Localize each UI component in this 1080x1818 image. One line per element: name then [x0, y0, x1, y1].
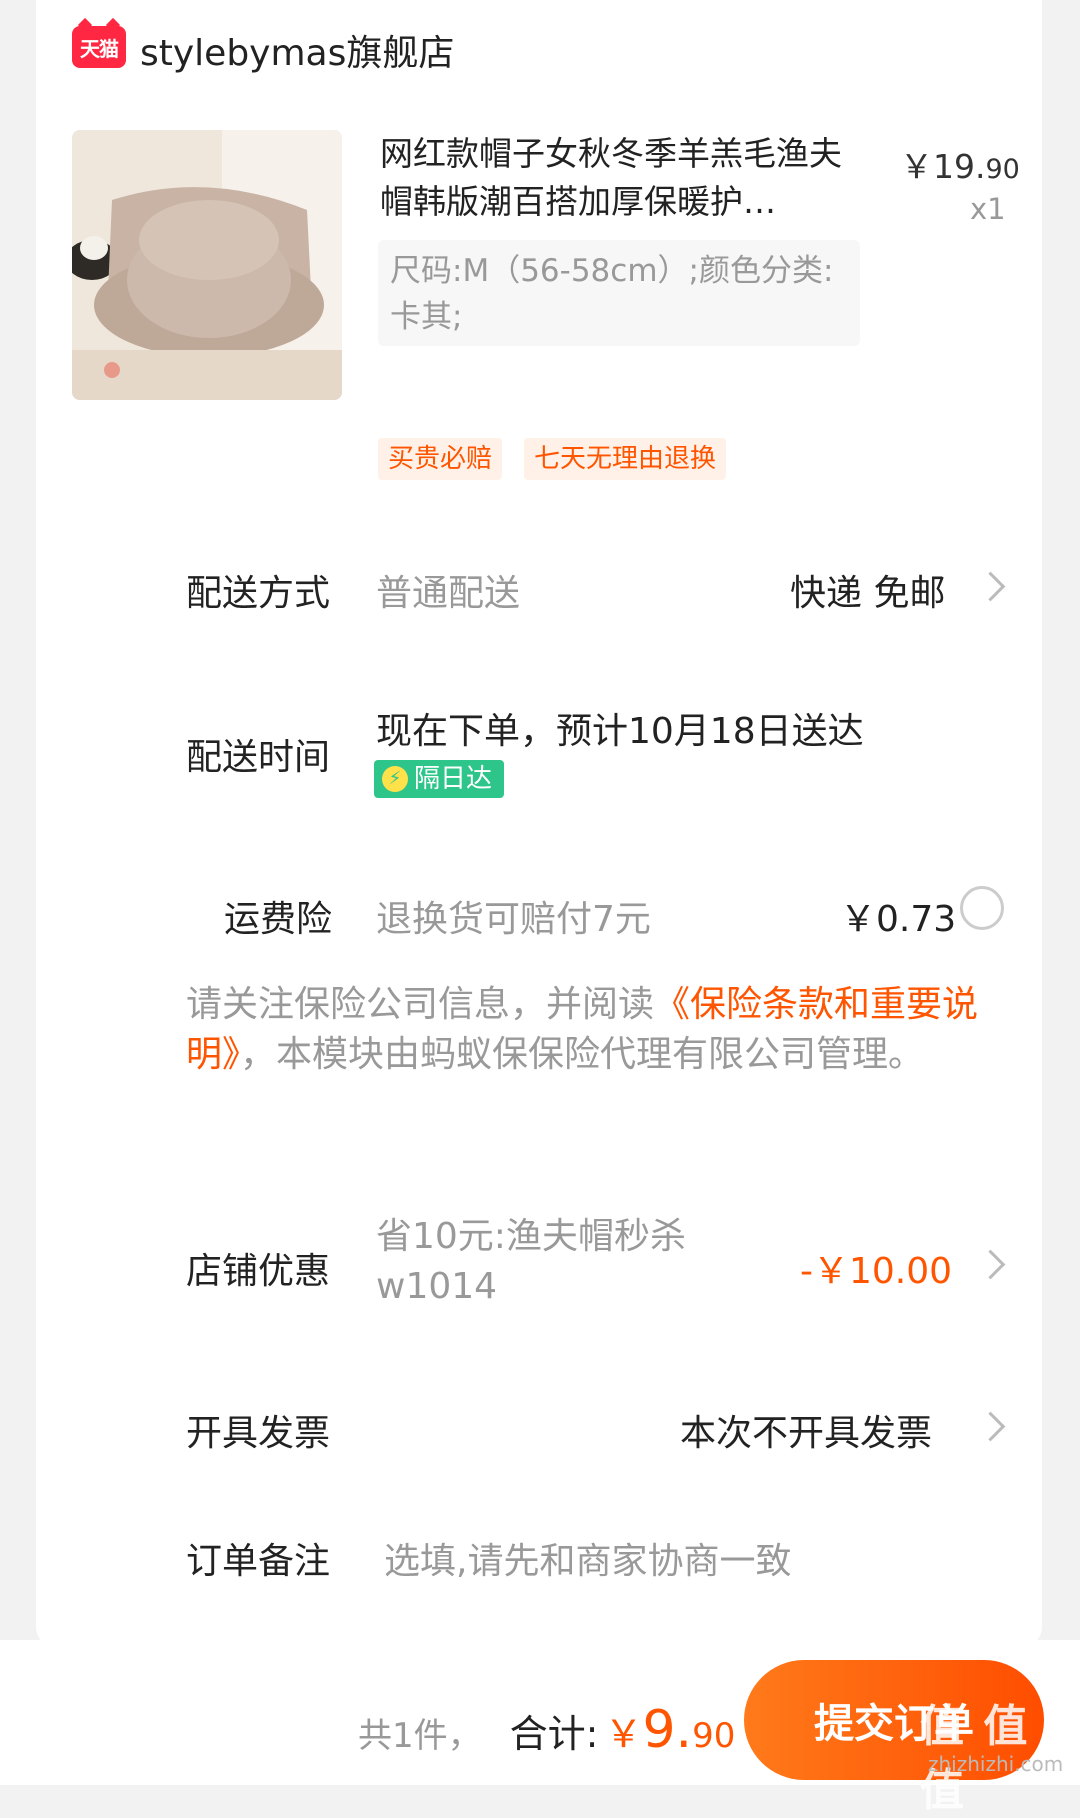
tag-seven-day-return: 七天无理由退换: [524, 438, 727, 480]
order-remark-label: 订单备注: [186, 1541, 331, 1582]
store-discount-value: 省10元:渔夫帽秒杀w1014: [376, 1216, 686, 1307]
watermark-url: zhizhizhi.com: [928, 1752, 1064, 1776]
delivery-method-value: 普通配送: [376, 573, 521, 614]
order-remark-input[interactable]: 选填,请先和商家协商一致: [384, 1532, 791, 1584]
invoice-label: 开具发票: [186, 1413, 331, 1454]
store-discount-amount[interactable]: -￥10.00: [800, 1242, 952, 1294]
tmall-logo-icon: 天猫: [72, 26, 126, 68]
shipping-insurance-value: 退换货可赔付7元: [376, 899, 651, 940]
invoice-value[interactable]: 本次不开具发票: [680, 1404, 932, 1456]
delivery-time-label: 配送时间: [186, 737, 331, 778]
delivery-method-right[interactable]: 快递 免邮: [790, 564, 945, 616]
lightning-icon: ⚡: [382, 766, 408, 792]
shipping-insurance-price: ￥0.73: [840, 899, 957, 940]
shipping-insurance-label: 运费险: [224, 899, 333, 940]
insurance-notice: 请关注保险公司信息，并阅读《保险条款和重要说明》，本模块由蚂蚁保保险代理有限公司…: [186, 984, 979, 1075]
bucket-hat-photo-icon: [72, 130, 342, 400]
next-day-badge: ⚡ 隔日达: [374, 760, 505, 798]
delivery-time-value: 现在下单，预计10月18日送达: [376, 711, 864, 752]
order-total: 共1件， 合计: ￥9.90: [358, 1700, 736, 1760]
product-title[interactable]: 网红款帽子女秋冬季羊羔毛渔夫帽韩版潮百搭加厚保暖护…: [380, 130, 850, 226]
shipping-insurance-radio[interactable]: [960, 886, 1004, 930]
tag-price-guarantee: 买贵必赔: [378, 438, 503, 480]
store-discount-label: 店铺优惠: [186, 1251, 331, 1292]
product-image[interactable]: [72, 130, 342, 400]
shop-name[interactable]: stylebymas旗舰店: [140, 24, 454, 76]
product-sku[interactable]: 尺码:M（56-58cm）;颜色分类:卡其;: [378, 240, 860, 346]
product-price: ￥19.90: [900, 147, 1020, 186]
product-quantity: x1: [970, 192, 1006, 226]
delivery-method-label: 配送方式: [186, 573, 331, 614]
